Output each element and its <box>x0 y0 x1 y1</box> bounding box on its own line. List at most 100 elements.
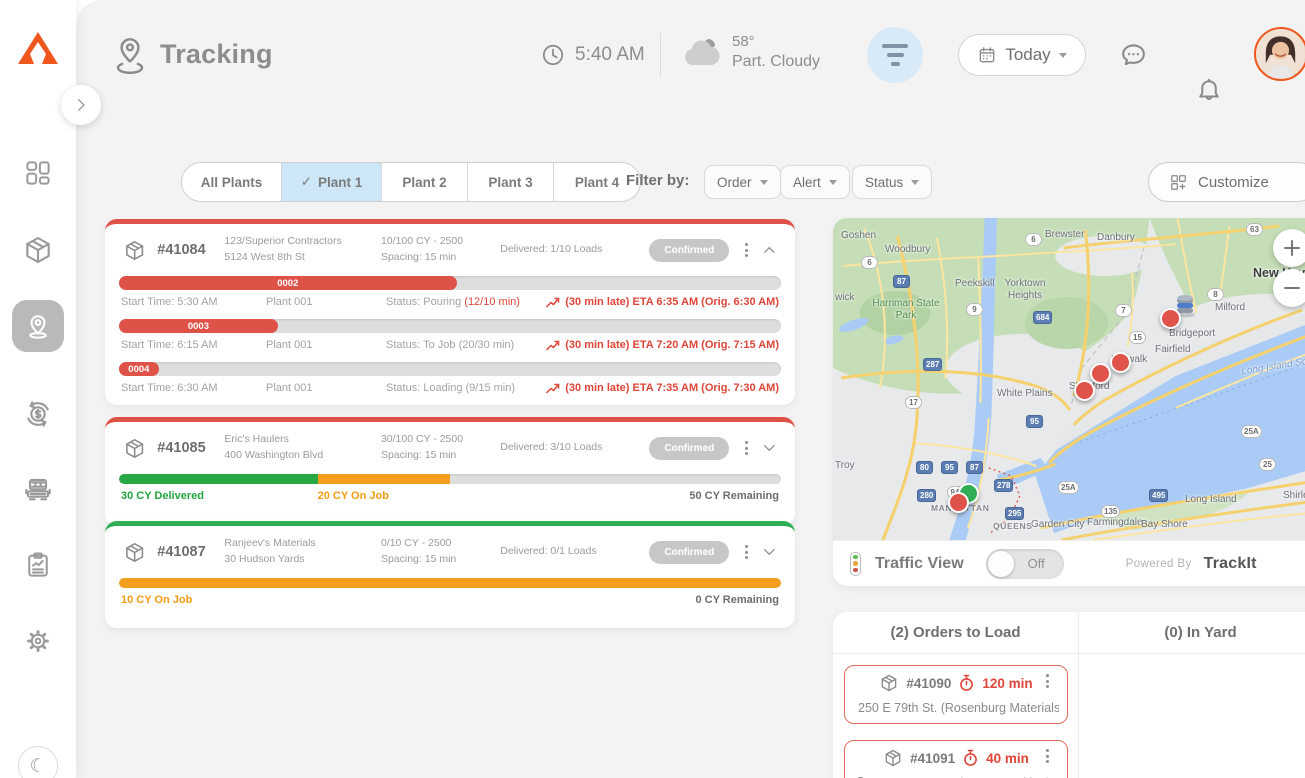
user-avatar[interactable] <box>1254 27 1305 81</box>
chevron-down-icon <box>911 180 919 185</box>
order-id: #41091 <box>910 751 955 766</box>
load-status-time: (9/15 min) <box>466 382 516 394</box>
expand-chevron-down-icon[interactable] <box>760 542 779 562</box>
avatar-photo <box>1256 29 1305 78</box>
truck-number: 0002 <box>277 278 298 289</box>
kebab-menu[interactable] <box>745 545 748 559</box>
filter-bar: All Plants ✓ Plant 1 Plant 2 Plant 3 Pla… <box>76 162 1305 202</box>
date-selector-value: Today <box>1005 45 1050 65</box>
map-label: wick <box>835 292 854 303</box>
chevron-down-icon <box>1059 53 1067 58</box>
kebab-menu[interactable] <box>745 243 748 257</box>
dark-mode-moon-icon: ☾ <box>29 755 46 778</box>
order-filter-dropdown[interactable]: Order <box>704 165 781 199</box>
check-icon: ✓ <box>301 174 312 190</box>
remaining-label: 50 CY Remaining <box>689 490 779 502</box>
plant-tabs: All Plants ✓ Plant 1 Plant 2 Plant 3 Pla… <box>181 162 641 202</box>
kebab-menu[interactable] <box>745 441 748 455</box>
map-label: Long Island <box>1185 494 1237 505</box>
plant: Plant 001 <box>266 339 386 351</box>
map-marker-truck-late[interactable] <box>1090 363 1111 384</box>
divider <box>1078 612 1079 778</box>
company-logo-icon[interactable] <box>16 30 60 73</box>
sidebar-expand-button[interactable] <box>61 85 101 125</box>
map-marker-truck-late[interactable] <box>1110 352 1131 373</box>
dark-mode-toggle[interactable]: ☾ <box>18 746 58 778</box>
chat-icon <box>1118 40 1149 71</box>
queue-order-card-41091[interactable]: #41091 40 min 800 W 51st St. (Matt's Tru… <box>844 740 1068 778</box>
map-label: Peekskill <box>955 278 994 289</box>
plus-icon <box>1291 240 1294 256</box>
order-card-41085: #41085 Eric's Haulers 400 Washington Blv… <box>105 417 795 526</box>
traffic-view-toggle[interactable]: Off <box>986 549 1064 579</box>
sidebar-item-orders[interactable] <box>0 234 76 266</box>
in-yard-header[interactable]: (0) In Yard <box>1078 612 1305 653</box>
truck-number: 0003 <box>188 321 209 332</box>
order-card-41087: #41087 Ranjeev's Materials 30 Hudson Yar… <box>105 521 795 628</box>
weather-temp: 58° <box>732 33 820 52</box>
date-selector[interactable]: Today <box>958 34 1086 76</box>
route-shield: 135 <box>1101 505 1120 518</box>
map-marker-truck-late[interactable] <box>1160 308 1181 329</box>
on-job-label: 20 CY On Job <box>318 490 389 502</box>
sidebar-item-dashboard[interactable] <box>0 158 76 188</box>
tab-plant-3[interactable]: Plant 3 <box>468 163 554 201</box>
map-label: Fairfield <box>1155 344 1191 355</box>
map-marker-truck-late[interactable] <box>948 492 969 513</box>
package-icon <box>879 673 899 693</box>
tab-all-plants[interactable]: All Plants <box>182 163 282 201</box>
route-shield: 684 <box>1033 311 1052 324</box>
sidebar-item-reports[interactable] <box>0 550 76 580</box>
quick-filter-button[interactable] <box>867 27 923 83</box>
remaining-label: 0 CY Remaining <box>695 594 779 606</box>
delivery-progress-bar <box>119 474 781 484</box>
alert-filter-dropdown[interactable]: Alert <box>780 165 850 199</box>
status-filter-dropdown[interactable]: Status <box>852 165 932 199</box>
trending-up-icon <box>546 383 560 394</box>
sidebar-item-tracking[interactable] <box>12 300 64 352</box>
map-zoom-in-button[interactable] <box>1273 229 1305 267</box>
sidebar-item-settings[interactable] <box>0 626 76 656</box>
status-badge[interactable]: Confirmed <box>649 239 729 262</box>
map-label: QUEENS <box>993 521 1033 531</box>
notifications-button[interactable] <box>1194 76 1305 111</box>
map-zoom-out-button[interactable] <box>1273 269 1305 307</box>
load-progress-fill: 0003 <box>119 319 278 333</box>
delivered-loads: Delivered: 0/1 Loads <box>500 544 649 560</box>
customize-button[interactable]: Customize <box>1148 162 1305 202</box>
kebab-menu[interactable] <box>1046 674 1049 688</box>
tab-plant-2[interactable]: Plant 2 <box>382 163 468 201</box>
order-id: #41085 <box>157 440 224 456</box>
tab-plant-1[interactable]: ✓ Plant 1 <box>282 163 382 201</box>
reports-clipboard-icon <box>23 550 53 580</box>
order-id: #41084 <box>157 242 224 258</box>
minus-icon <box>1284 287 1300 290</box>
collapse-chevron-up-icon[interactable] <box>760 240 779 260</box>
load-progress-fill: 0002 <box>119 276 457 290</box>
map-marker-truck-late[interactable] <box>1074 380 1095 401</box>
status-badge[interactable]: Confirmed <box>649 437 729 460</box>
quantity: 30/100 CY - 2500 <box>381 432 500 448</box>
map-view[interactable]: Goshen Woodbury Brewster Danbury Ha New … <box>833 218 1305 540</box>
trending-up-icon <box>546 297 560 308</box>
map-label: Bridgeport <box>1169 328 1215 339</box>
sidebar-item-billing[interactable] <box>0 398 76 430</box>
chevron-down-icon <box>829 180 837 185</box>
status-badge[interactable]: Confirmed <box>649 541 729 564</box>
map-label: Goshen <box>841 230 876 241</box>
trackit-brand: TrackIt <box>1204 555 1257 573</box>
sidebar-item-trucks[interactable] <box>0 474 76 506</box>
route-shield: 63 <box>1246 223 1263 236</box>
dashboard-icon <box>23 158 53 188</box>
expand-chevron-down-icon[interactable] <box>760 438 779 458</box>
orders-to-load-header[interactable]: (2) Orders to Load <box>833 612 1078 653</box>
route-shield: 25A <box>1241 425 1262 438</box>
kebab-menu[interactable] <box>1046 749 1049 763</box>
calendar-icon <box>977 45 997 65</box>
map-label: Brewster <box>1045 229 1084 240</box>
route-shield: 87 <box>893 275 910 288</box>
package-icon <box>883 748 903 768</box>
queue-order-card-41090[interactable]: #41090 120 min 250 E 79th St. (Rosenburg… <box>844 665 1068 724</box>
package-icon <box>123 436 146 461</box>
route-shield: 295 <box>1005 507 1024 520</box>
